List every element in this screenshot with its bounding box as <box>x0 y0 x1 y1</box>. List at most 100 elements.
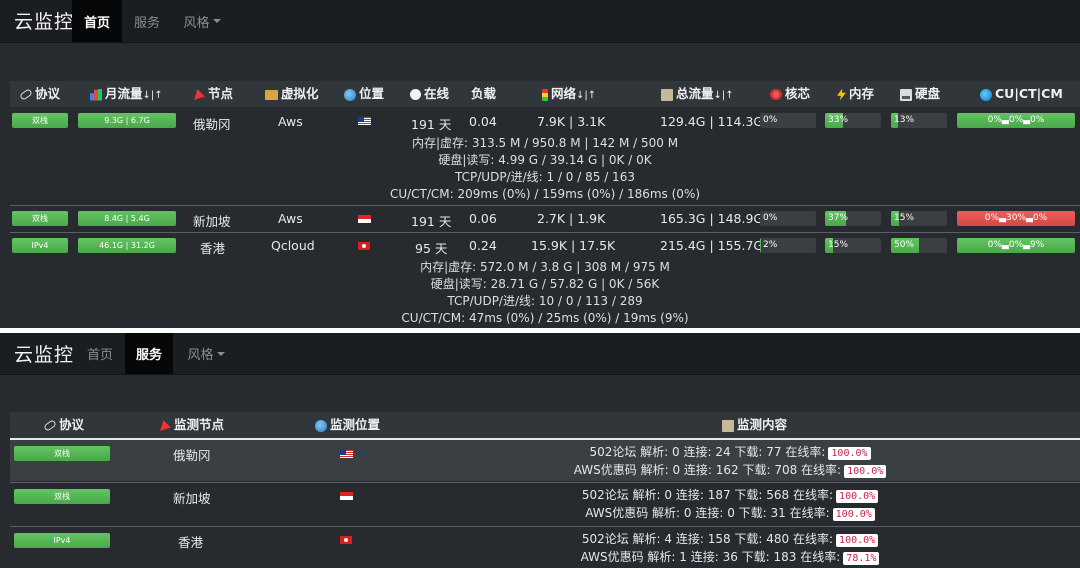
header-cucm-label: CU|CT|CM <box>995 86 1063 101</box>
service-row[interactable]: 双栈 新加坡 502论坛 解析: 0 连接: 187 下载: 568 在线率: 1… <box>10 482 1080 525</box>
cpu-bar: 0% <box>760 211 816 226</box>
memory-value: 37% <box>828 213 849 223</box>
node-name: 俄勒冈 <box>193 117 231 132</box>
header-network[interactable]: 网络↓|↑ <box>542 81 596 107</box>
service-panel: 云监控 首页 服务 风格 协议 监测节点 监测位置 监测内容 双栈 俄勒冈 50… <box>0 333 1080 568</box>
monitor-line: AWS优惠码 解析: 0 连接: 0 下载: 31 在线率: 100.0% <box>510 504 950 522</box>
nav-style-dropdown[interactable]: 风格 <box>180 333 232 374</box>
pushpin-icon <box>160 420 171 431</box>
detail-memory: 内存|虚存: 572.0 M / 3.8 G | 308 M / 975 M <box>420 260 670 274</box>
brand[interactable]: 云监控 <box>14 7 74 34</box>
nav-home[interactable]: 首页 <box>80 333 120 374</box>
service-row[interactable]: 双栈 俄勒冈 502论坛 解析: 0 连接: 24 下载: 77 在线率: 100… <box>10 438 1080 481</box>
memory-value: 15% <box>828 240 849 250</box>
home-panel: 云监控 首页 服务 风格 协议 月流量↓|↑ 节点 虚拟化 位置 在线 负载 网… <box>0 0 1080 328</box>
hk-flag-icon <box>358 242 370 250</box>
globe-network-icon <box>980 88 992 101</box>
memory-bar: 33% <box>825 113 881 128</box>
header-content-label: 监测内容 <box>737 417 788 432</box>
sort-arrows: ↓|↑ <box>576 90 597 101</box>
sort-arrows: ↓|↑ <box>142 90 163 101</box>
caret-down-icon <box>216 351 225 356</box>
header-mem-label: 内存 <box>849 86 875 101</box>
header-node-label: 节点 <box>208 86 234 101</box>
header-node-label: 监测节点 <box>174 417 225 432</box>
monthly-traffic-badge: 46.1G | 31.2G <box>78 238 176 253</box>
nav-style-dropdown[interactable]: 风格 <box>176 0 228 42</box>
sg-flag-icon <box>340 492 353 500</box>
notepad-icon <box>661 88 673 101</box>
virtualization: Aws <box>278 211 303 226</box>
load: 0.06 <box>469 211 497 226</box>
uptime-rate-badge: 100.0% <box>836 490 879 503</box>
header-virt-label: 虚拟化 <box>281 86 319 101</box>
node-name: 香港 <box>200 241 226 256</box>
header-location: 位置 <box>344 81 384 107</box>
brand[interactable]: 云监控 <box>14 340 74 367</box>
monitor-text: 502论坛 解析: 4 连接: 158 下载: 480 在线率: <box>581 532 834 546</box>
cpu-value: 2% <box>763 240 778 250</box>
detail-connections: TCP/UDP/进/线: 1 / 0 / 85 / 163 <box>455 170 635 184</box>
globe-icon <box>344 88 356 101</box>
nav-service[interactable]: 服务 <box>126 0 168 42</box>
sort-arrows: ↓|↑ <box>713 90 734 101</box>
clock-icon <box>410 89 421 100</box>
notepad-icon <box>722 419 734 432</box>
cpu-bar: 2% <box>760 238 816 253</box>
detail-connections: TCP/UDP/进/线: 10 / 0 / 113 / 289 <box>447 294 643 308</box>
header-monthly[interactable]: 月流量↓|↑ <box>90 81 163 107</box>
header-online: 在线 <box>410 81 449 107</box>
table-header: 协议 监测节点 监测位置 监测内容 <box>10 412 1080 438</box>
us-flag-icon <box>358 117 371 125</box>
detail-disk: 硬盘|读写: 28.71 G / 57.82 G | 0K / 56K <box>430 277 660 291</box>
node-name: 新加坡 <box>173 491 211 506</box>
monitor-line: 502论坛 解析: 0 连接: 187 下载: 568 在线率: 100.0% <box>510 486 950 504</box>
cpu-value: 0% <box>763 115 778 125</box>
server-row[interactable]: 双栈 9.3G | 6.7G 俄勒冈 Aws 191 天 0.04 7.9K |… <box>10 107 1080 204</box>
nav-style-label: 风格 <box>187 348 214 363</box>
cpu-bar: 0% <box>760 113 816 128</box>
bar-chart-icon <box>90 88 102 101</box>
header-location-label: 监测位置 <box>330 417 381 432</box>
header-location: 监测位置 <box>315 412 380 438</box>
service-row[interactable]: IPv4 香港 502论坛 解析: 4 连接: 158 下载: 480 在线率:… <box>10 526 1080 568</box>
globe-icon <box>315 419 327 432</box>
server-row[interactable]: 双栈 8.4G | 5.4G 新加坡 Aws 191 天 0.06 2.7K |… <box>10 205 1080 231</box>
header-node: 节点 <box>194 81 233 107</box>
protocol-badge: 双栈 <box>14 489 110 504</box>
nav-home[interactable]: 首页 <box>72 0 122 42</box>
protocol-badge: 双栈 <box>14 446 110 461</box>
monitor-line: 502论坛 解析: 0 连接: 24 下载: 77 在线率: 100.0% <box>510 443 950 461</box>
hk-flag-icon <box>340 536 352 544</box>
monitor-text: 502论坛 解析: 0 连接: 187 下载: 568 在线率: <box>581 488 834 502</box>
header-node: 监测节点 <box>160 412 224 438</box>
floppy-disk-icon <box>900 88 912 101</box>
header-protocol-label: 协议 <box>35 86 61 101</box>
header-protocol: 协议 <box>43 412 85 438</box>
link-icon <box>19 88 33 101</box>
disk-bar: 50% <box>891 238 947 253</box>
header-mem: 内存 <box>837 81 874 107</box>
detail-memory: 内存|虚存: 313.5 M / 950.8 M | 142 M / 500 M <box>411 136 679 150</box>
header-online-label: 在线 <box>424 86 450 101</box>
header-disk-label: 硬盘 <box>915 86 941 101</box>
node-name: 新加坡 <box>193 214 231 229</box>
monitor-text: AWS优惠码 解析: 0 连接: 0 下载: 31 在线率: <box>585 506 830 520</box>
monitor-line: AWS优惠码 解析: 1 连接: 36 下载: 183 在线率: 78.1% <box>510 548 950 566</box>
header-cpu: 核芯 <box>770 81 810 107</box>
protocol-badge: 双栈 <box>12 113 68 128</box>
virtualization: Aws <box>278 114 303 129</box>
header-protocol-label: 协议 <box>59 417 85 432</box>
server-row[interactable]: IPv4 46.1G | 31.2G 香港 Qcloud 95 天 0.24 1… <box>10 232 1080 326</box>
header-monthly-label: 月流量 <box>105 86 143 101</box>
protocol-badge: 双栈 <box>12 211 68 226</box>
navbar: 云监控 首页 服务 风格 <box>0 0 1080 43</box>
memory-value: 33% <box>828 115 849 125</box>
header-total[interactable]: 总流量↓|↑ <box>661 81 734 107</box>
navbar: 云监控 首页 服务 风格 <box>0 333 1080 375</box>
memory-bar: 37% <box>825 211 881 226</box>
nav-service[interactable]: 服务 <box>125 333 173 374</box>
cucm-status: 0%▃0%▃0% <box>957 113 1075 128</box>
folder-icon <box>265 89 278 100</box>
header-total-label: 总流量 <box>676 86 714 101</box>
